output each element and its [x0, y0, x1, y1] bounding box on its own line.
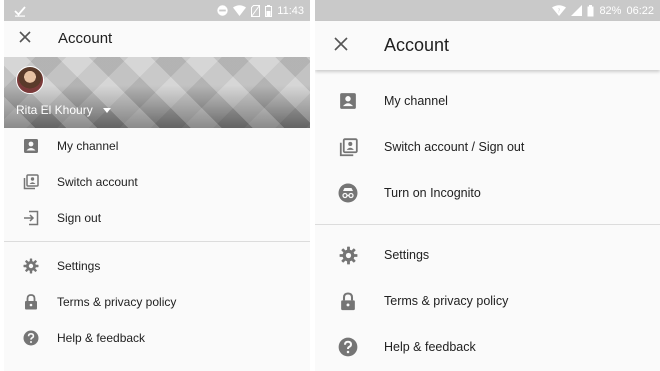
app-bar: Account	[4, 21, 310, 57]
switch-account-icon	[22, 173, 40, 191]
menu-group-secondary: Settings Terms & privacy policy Help & f…	[4, 248, 310, 356]
menu-item-label: Turn on Incognito	[384, 186, 481, 200]
menu-item-label: My channel	[57, 139, 119, 153]
menu-item-terms[interactable]: Terms & privacy policy	[315, 278, 660, 324]
gear-icon	[337, 244, 359, 266]
status-bar: 11:43	[4, 0, 310, 21]
avatar	[16, 66, 44, 94]
status-time: 06:22	[626, 4, 654, 17]
menu-item-label: Switch account	[57, 175, 138, 189]
account-name: Rita El Khoury	[16, 103, 93, 117]
checkmark-icon	[14, 5, 26, 17]
battery-icon	[587, 4, 594, 17]
person-box-icon	[22, 137, 40, 155]
menu-item-switch-account[interactable]: Switch account / Sign out	[315, 124, 660, 170]
no-sim-icon	[251, 4, 261, 17]
incognito-icon	[337, 182, 359, 204]
help-icon	[22, 329, 40, 347]
menu-item-sign-out[interactable]: Sign out	[4, 200, 310, 236]
do-not-disturb-icon	[217, 5, 228, 16]
account-header: Rita El Khoury	[4, 57, 310, 128]
menu-item-settings[interactable]: Settings	[4, 248, 310, 284]
status-bar: ? 82% 06:22	[315, 0, 660, 21]
wifi-icon: ?	[552, 5, 567, 16]
menu-item-label: Terms & privacy policy	[57, 295, 177, 309]
menu-item-label: Settings	[57, 259, 101, 273]
menu-item-help[interactable]: Help & feedback	[4, 320, 310, 356]
left-screen: 11:43 Account Rita El Khoury My channel	[4, 0, 310, 371]
status-time: 11:43	[277, 4, 304, 17]
menu-item-terms[interactable]: Terms & privacy policy	[4, 284, 310, 320]
divider	[4, 241, 310, 242]
battery-icon	[265, 4, 273, 17]
app-bar: Account	[315, 21, 660, 70]
close-icon	[334, 36, 348, 56]
menu-item-label: My channel	[384, 94, 448, 108]
page-title: Account	[384, 35, 450, 55]
gear-icon	[22, 257, 40, 275]
person-box-icon	[337, 90, 359, 112]
close-button[interactable]	[7, 21, 43, 57]
menu-item-label: Settings	[384, 248, 430, 262]
account-switcher[interactable]: Rita El Khoury	[16, 103, 111, 117]
menu-item-switch-account[interactable]: Switch account	[4, 164, 310, 200]
help-icon	[337, 336, 359, 358]
menu-item-label: Terms & privacy policy	[384, 294, 509, 308]
lock-icon	[22, 293, 40, 311]
lock-icon	[337, 290, 359, 312]
page-title: Account	[58, 30, 113, 47]
divider	[315, 224, 660, 225]
menu-item-label: Sign out	[57, 211, 102, 225]
switch-account-icon	[337, 136, 359, 158]
menu-item-help[interactable]: Help & feedback	[315, 324, 660, 370]
menu-item-my-channel[interactable]: My channel	[4, 128, 310, 164]
menu-group-primary: My channel Switch account Sign out	[4, 128, 310, 236]
menu-item-label: Switch account / Sign out	[384, 140, 525, 154]
close-button[interactable]	[323, 28, 359, 64]
signal-icon	[571, 5, 583, 16]
right-screen: ? 82% 06:22 Account My channel Switch ac…	[315, 0, 660, 371]
menu-group-primary: My channel Switch account / Sign out Tur…	[315, 70, 660, 216]
menu-group-secondary: Settings Terms & privacy policy Help & f…	[315, 232, 660, 370]
sign-out-icon	[22, 209, 40, 227]
svg-text:?: ?	[558, 9, 561, 15]
caret-down-icon	[102, 107, 111, 113]
menu-item-label: Help & feedback	[57, 331, 146, 345]
close-icon	[19, 30, 31, 48]
menu-item-my-channel[interactable]: My channel	[315, 78, 660, 124]
menu-item-incognito[interactable]: Turn on Incognito	[315, 170, 660, 216]
battery-percent: 82%	[599, 4, 622, 17]
wifi-icon	[233, 5, 247, 16]
menu-item-label: Help & feedback	[384, 340, 476, 354]
menu-item-settings[interactable]: Settings	[315, 232, 660, 278]
